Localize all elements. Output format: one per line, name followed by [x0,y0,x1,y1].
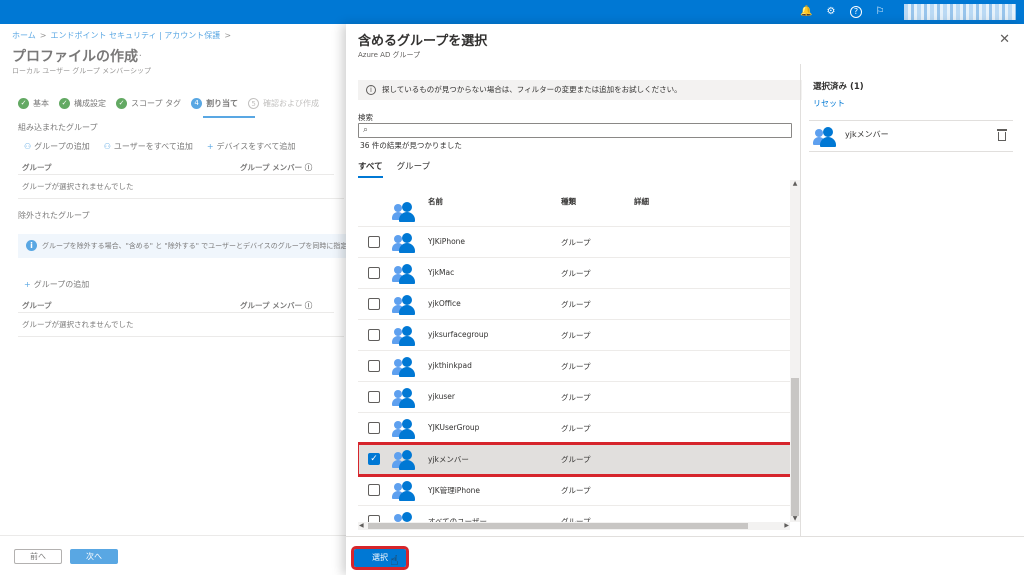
tab-groups[interactable]: グループ [397,160,431,178]
search-input[interactable] [375,125,785,136]
table-row[interactable]: YJK管理iPhone グループ [358,475,794,506]
scroll-down-icon[interactable]: ▼ [790,515,800,522]
blade-footer: 選択 ☝ [346,536,1024,575]
row-checkbox[interactable] [368,422,380,434]
reset-link[interactable]: リセット [813,98,845,109]
row-name: yjksurfacegroup [428,330,489,339]
filter-notice-text: 探しているものが見つからない場合は、フィルターの変更または追加をお試しください。 [382,85,682,94]
help-icon[interactable]: ? [850,6,862,18]
row-type: グループ [561,300,591,309]
table-row[interactable]: YJKiPhone グループ [358,227,794,258]
search-box: ⌕ [358,123,792,138]
results-list: 名前 種類 詳細 YJKiPhone グループ YjkMac グループ yjkOffic… [358,180,802,530]
row-type: グループ [561,331,591,340]
group-icon [392,264,416,284]
row-name: YjkMac [428,268,455,277]
row-type: グループ [561,238,591,247]
row-name: YJKUserGroup [428,423,480,432]
tab-all[interactable]: すべて [358,160,383,178]
scroll-right-icon[interactable]: ▶ [784,522,789,529]
group-icon [392,450,416,470]
table-row[interactable]: yjkuser グループ [358,382,794,413]
table-row-partial [358,202,794,227]
table-row[interactable]: YjkMac グループ [358,258,794,289]
table-row[interactable]: ✓ yjkメンバー グループ [358,442,796,477]
blade-title: 含めるグループを選択 [358,34,488,49]
row-name: yjkthinkpad [428,361,472,370]
vertical-scrollbar[interactable]: ▲ ▼ [790,180,800,522]
search-label: 検索 [358,113,373,122]
horizontal-scrollbar[interactable]: ◀ ▶ [358,522,790,530]
gear-icon[interactable]: ⚙ [825,6,837,18]
row-type: グループ [561,393,591,402]
dim-overlay [0,24,346,575]
group-icon [392,202,416,222]
row-name: YJK管理iPhone [428,486,481,495]
group-icon [392,388,416,408]
selected-item: yjkメンバー [809,120,1013,152]
scroll-up-icon[interactable]: ▲ [790,180,800,187]
account-avatar[interactable] [904,4,1016,20]
row-checkbox[interactable] [368,329,380,341]
row-name: yjkメンバー [428,455,469,464]
row-name: yjkuser [428,392,455,401]
group-icon [392,295,416,315]
row-name: yjkOffice [428,299,461,308]
row-checkbox[interactable] [368,298,380,310]
hand-cursor-icon: ☝ [390,553,399,569]
search-icon: ⌕ [363,125,369,135]
selected-panel: 選択済み (1) リセット yjkメンバー [800,64,1024,560]
row-name: YJKiPhone [428,237,466,246]
row-checkbox[interactable] [368,391,380,403]
row-type: グループ [561,362,591,371]
top-bar: 🔔 ⚙ ? ⚐ [0,0,1024,24]
row-checkbox[interactable]: ✓ [368,453,380,465]
blade-subtitle: Azure AD グループ [358,51,421,59]
row-checkbox[interactable] [368,236,380,248]
row-checkbox[interactable] [368,360,380,372]
row-type: グループ [561,486,591,495]
col-detail[interactable]: 詳細 [634,196,649,207]
table-row[interactable]: YJKUserGroup グループ [358,413,794,444]
group-icon [813,127,837,147]
scroll-left-icon[interactable]: ◀ [359,522,364,529]
col-type[interactable]: 種類 [561,196,576,207]
select-groups-blade: 含めるグループを選択 Azure AD グループ ✕ i 探しているものが見つか… [346,24,1024,575]
table-row[interactable]: yjksurfacegroup グループ [358,320,794,351]
selected-item-name: yjkメンバー [845,130,889,139]
row-type: グループ [561,269,591,278]
row-type: グループ [561,424,591,433]
col-name[interactable]: 名前 [428,196,443,207]
result-count: 36 件の結果が見つかりました [360,141,462,150]
feedback-icon[interactable]: ⚐ [874,6,886,18]
scrollbar-thumb[interactable] [368,523,748,529]
row-checkbox[interactable] [368,267,380,279]
bell-icon[interactable]: 🔔 [800,6,812,18]
trash-icon[interactable] [997,129,1007,141]
group-icon [392,326,416,346]
selected-title: 選択済み (1) [813,82,864,92]
scrollbar-thumb[interactable] [791,378,799,516]
row-type: グループ [561,455,591,464]
close-icon[interactable]: ✕ [999,32,1010,47]
filter-notice: i 探しているものが見つからない場合は、フィルターの変更または追加をお試しくださ… [358,80,802,100]
info-icon: i [366,85,376,95]
table-row[interactable]: yjkthinkpad グループ [358,351,794,382]
table-row[interactable]: yjkOffice グループ [358,289,794,320]
group-icon [392,357,416,377]
filter-tabs: すべて グループ [358,160,430,178]
row-checkbox[interactable] [368,484,380,496]
group-icon [392,233,416,253]
group-icon [392,419,416,439]
group-icon [392,481,416,501]
